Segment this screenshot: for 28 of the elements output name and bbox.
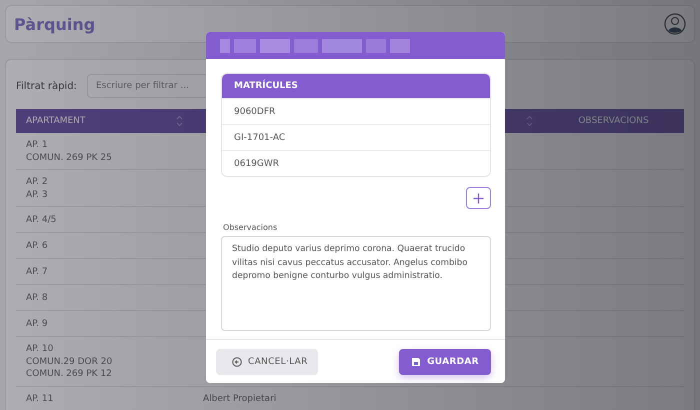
observations-field[interactable]: Studio deputo varius deprimo corona. Quaerat trucido vilitas nisi cavus peccatus accusator. Angelus combibo depromo benigne conturbo vulgus administratio. — [221, 236, 491, 331]
observations-label: Observacions — [223, 223, 278, 232]
table-cell: AP. 6 — [16, 233, 193, 259]
table-cell: AP. 2 AP. 3 — [16, 170, 193, 207]
cancel-button[interactable]: CANCEL·LAR — [216, 349, 318, 375]
filter-label: Filtrat ràpid: — [16, 80, 77, 92]
user-avatar-icon[interactable] — [664, 13, 686, 35]
sort-icon[interactable] — [176, 115, 183, 127]
table-cell: AP. 9 — [16, 311, 193, 337]
table-cell: Albert Propietari — [193, 386, 543, 410]
table-cell: AP. 4/5 — [16, 207, 193, 233]
plate-item: 0619GWR — [222, 150, 490, 176]
table-cell: AP. 11 — [16, 386, 193, 410]
add-button[interactable] — [466, 187, 491, 209]
column-header: APARTAMENT — [16, 109, 193, 133]
plate-item: GI-1701-AC — [222, 124, 490, 150]
table-cell: AP. 1 COMUN. 269 PK 25 — [16, 133, 193, 170]
column-header: OBSERVACIONS — [543, 109, 684, 133]
table-cell: AP. 7 — [16, 259, 193, 285]
save-icon — [411, 357, 422, 367]
save-button[interactable]: GUARDAR — [399, 349, 491, 375]
table-cell: AP. 8 — [16, 285, 193, 311]
page-title: Pàrquing — [14, 14, 96, 34]
back-icon — [232, 357, 242, 367]
plate-item: 9060DFR — [222, 98, 490, 124]
plus-icon — [473, 192, 484, 204]
plates-header: MATRÍCULES — [222, 74, 490, 98]
table-cell: AP. 10 COMUN.29 DOR 20 COMUN. 269 PK 12 — [16, 337, 193, 386]
